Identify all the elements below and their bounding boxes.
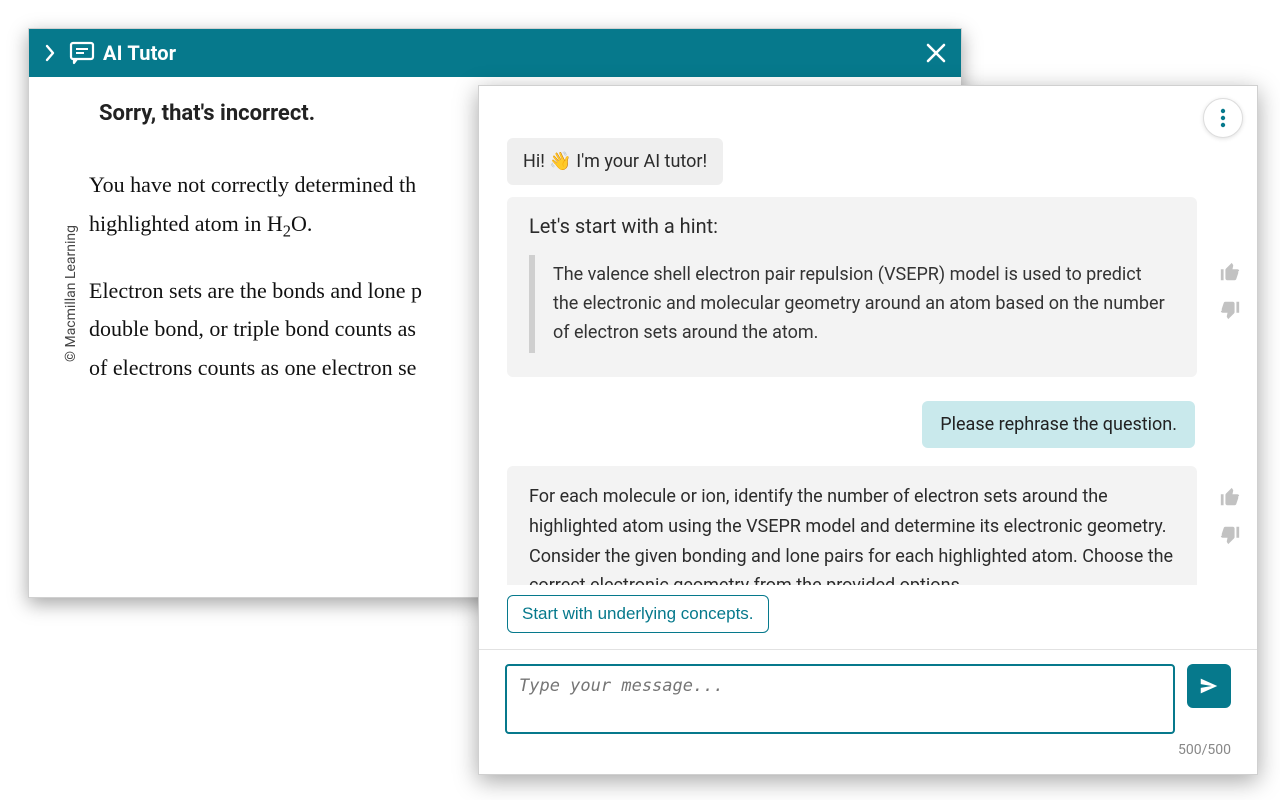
ai-intro-bubble: Hi! 👋 I'm your AI tutor! (507, 138, 723, 185)
hint-lead: Let's start with a hint: (529, 211, 1175, 241)
chat-messages: Hi! 👋 I'm your AI tutor! Let's start wit… (479, 138, 1257, 585)
ai-rephrase-block: For each molecule or ion, identify the n… (507, 466, 1197, 585)
tutor-header: AI Tutor (29, 29, 961, 77)
thumbs-up-icon[interactable] (1219, 486, 1241, 508)
hint-body: The valence shell electron pair repulsio… (529, 255, 1175, 353)
close-icon[interactable] (925, 42, 947, 64)
char-counter: 500/500 (479, 742, 1257, 774)
thumbs-down-icon[interactable] (1219, 299, 1241, 321)
tutor-title: AI Tutor (103, 41, 176, 65)
user-message: Please rephrase the question. (922, 401, 1195, 448)
feedback-thumbs (1219, 486, 1241, 546)
chat-icon (69, 41, 95, 65)
suggestion-row: Start with underlying concepts. (479, 585, 1257, 643)
ai-hint-block: Let's start with a hint: The valence she… (507, 197, 1197, 377)
feedback-thumbs (1219, 261, 1241, 321)
thumbs-up-icon[interactable] (1219, 261, 1241, 283)
chevron-right-icon[interactable] (43, 44, 57, 62)
chat-panel: Hi! 👋 I'm your AI tutor! Let's start wit… (478, 85, 1258, 775)
suggestion-button[interactable]: Start with underlying concepts. (507, 595, 769, 633)
more-icon[interactable] (1203, 98, 1243, 138)
copyright-text: © Macmillan Learning (63, 225, 79, 362)
thumbs-down-icon[interactable] (1219, 524, 1241, 546)
chat-toolbar (479, 86, 1257, 138)
message-input[interactable] (505, 664, 1175, 734)
input-row (479, 650, 1257, 742)
send-button[interactable] (1187, 664, 1231, 708)
